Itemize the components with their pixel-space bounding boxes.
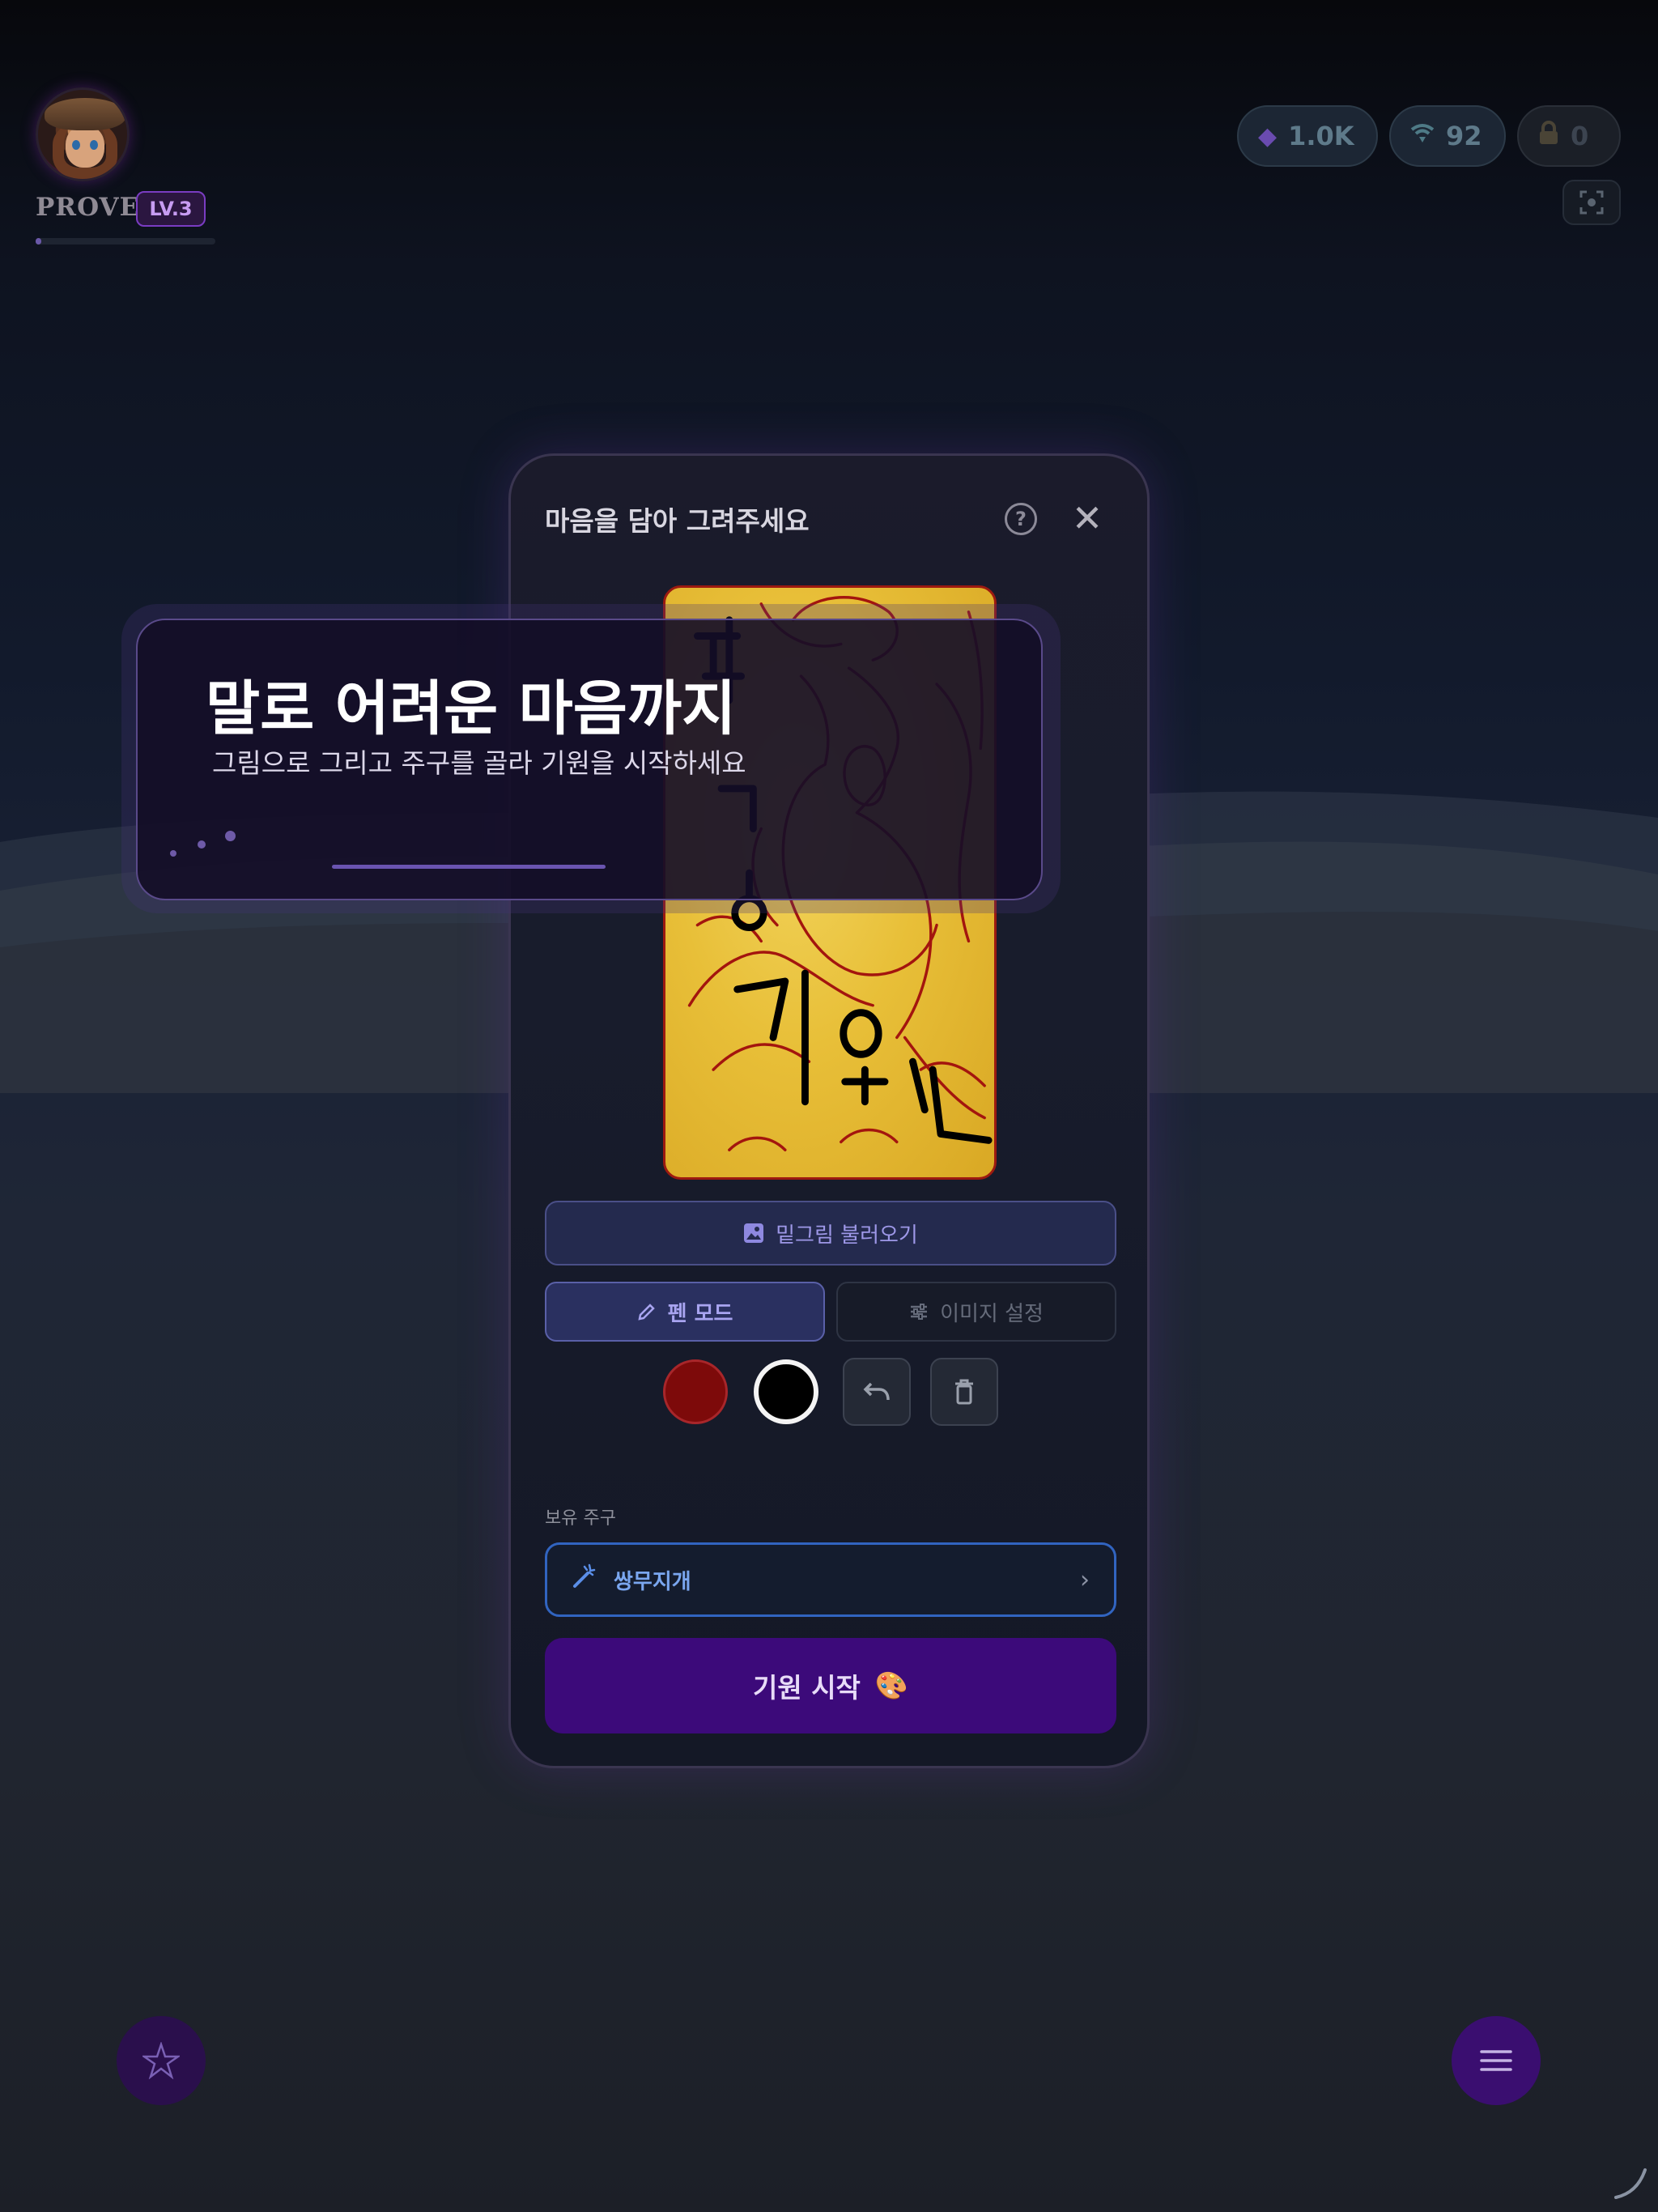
signal-balance: 92 bbox=[1446, 121, 1482, 151]
loading-spinner-icon bbox=[1614, 2168, 1647, 2199]
start-wish-button[interactable]: 기원 시작 🎨 bbox=[545, 1638, 1116, 1733]
color-swatch-red[interactable] bbox=[663, 1359, 728, 1424]
lock-icon bbox=[1538, 121, 1559, 151]
gem-balance-pill[interactable]: ◆ 1.0K bbox=[1237, 105, 1378, 167]
image-settings-button[interactable]: 이미지 설정 bbox=[836, 1282, 1116, 1342]
avatar[interactable] bbox=[36, 87, 130, 181]
menu-button[interactable] bbox=[1452, 2016, 1541, 2105]
color-swatch-black[interactable] bbox=[754, 1359, 818, 1424]
capture-icon bbox=[1579, 190, 1604, 215]
chevron-right-icon: › bbox=[1080, 1565, 1090, 1594]
pencil-icon bbox=[638, 1304, 655, 1321]
profile-name: PROVE bbox=[36, 193, 140, 222]
clear-button[interactable] bbox=[930, 1358, 998, 1426]
gem-icon: ◆ bbox=[1258, 121, 1278, 151]
load-sketch-label: 밑그림 불러오기 bbox=[776, 1223, 918, 1248]
star-icon bbox=[142, 2042, 180, 2079]
menu-icon bbox=[1480, 2050, 1512, 2071]
selected-spell: 쌍무지개 bbox=[614, 1569, 691, 1594]
undo-icon bbox=[863, 1382, 890, 1401]
modal-title: 마음을 담아 그려주세요 bbox=[545, 505, 810, 537]
banner-subtitle: 그림으로 그리고 주구를 골라 기원을 시작하세요 bbox=[212, 747, 746, 779]
trash-icon bbox=[955, 1379, 973, 1405]
wifi-icon bbox=[1410, 122, 1435, 151]
image-icon bbox=[744, 1223, 764, 1243]
pen-mode-button[interactable]: 펜 모드 bbox=[545, 1282, 825, 1342]
undo-button[interactable] bbox=[843, 1358, 911, 1426]
favorites-button[interactable] bbox=[117, 2016, 206, 2105]
signal-balance-pill[interactable]: 92 bbox=[1389, 105, 1506, 167]
close-button[interactable]: ✕ bbox=[1068, 500, 1107, 538]
screenshot-button[interactable] bbox=[1562, 180, 1621, 225]
help-button[interactable]: ? bbox=[1005, 503, 1037, 535]
image-settings-label: 이미지 설정 bbox=[940, 1301, 1044, 1326]
locked-balance: 0 bbox=[1571, 121, 1589, 151]
intro-banner: 말로 어려운 마음까지 그림으로 그리고 주구를 골라 기원을 시작하세요 bbox=[136, 619, 1043, 900]
locked-balance-pill[interactable]: 0 bbox=[1517, 105, 1621, 167]
level-badge: LV.3 bbox=[136, 191, 206, 227]
banner-progress-line bbox=[332, 865, 606, 869]
load-sketch-button[interactable]: 밑그림 불러오기 bbox=[545, 1201, 1116, 1266]
spell-selector[interactable]: 쌍무지개 › bbox=[545, 1542, 1116, 1617]
sliders-icon bbox=[911, 1304, 928, 1320]
status-bar bbox=[0, 0, 1658, 49]
magic-wand-icon bbox=[572, 1563, 597, 1596]
xp-progress-bar bbox=[36, 238, 215, 245]
start-wish-label: 기원 시작 bbox=[752, 1672, 861, 1704]
banner-title: 말로 어려운 마음까지 bbox=[206, 674, 737, 743]
palette-icon: 🎨 bbox=[874, 1670, 909, 1701]
owned-spells-label: 보유 주구 bbox=[545, 1508, 616, 1529]
pen-mode-label: 펜 모드 bbox=[667, 1301, 733, 1326]
gem-balance: 1.0K bbox=[1288, 121, 1354, 151]
